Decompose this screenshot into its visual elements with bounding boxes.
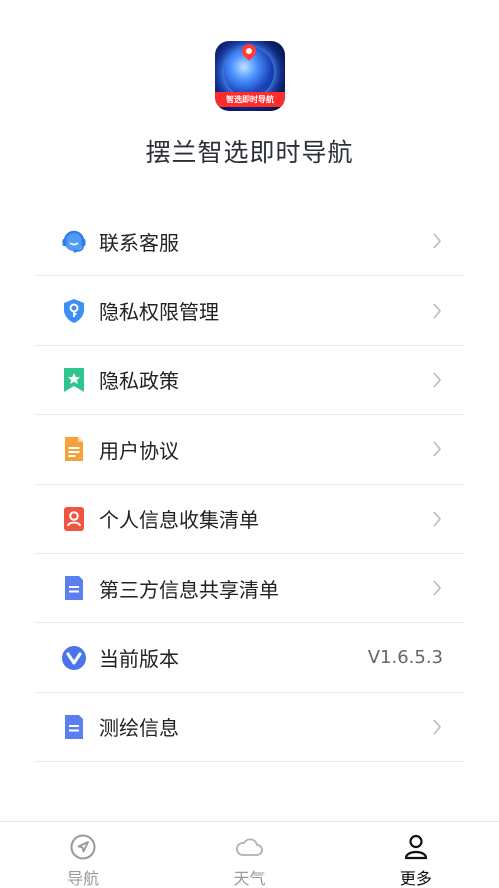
chevron-right-icon xyxy=(433,303,441,319)
chevron-right-icon xyxy=(433,511,441,527)
cloud-icon xyxy=(236,838,264,856)
menu-item-label: 联系客服 xyxy=(99,230,179,255)
chevron-right-icon xyxy=(433,441,441,457)
chevron-right-icon xyxy=(433,372,441,388)
user-card-icon xyxy=(64,506,84,531)
app-logo: 智选即时导航 xyxy=(215,41,285,111)
menu-item-label: 测绘信息 xyxy=(99,716,179,741)
bottom-tab-bar: 导航 天气 更多 xyxy=(0,821,499,888)
menu-item-label: 第三方信息共享清单 xyxy=(99,577,279,602)
chevron-right-icon xyxy=(433,719,441,735)
shield-key-icon xyxy=(64,298,84,323)
menu-item-label: 用户协议 xyxy=(99,438,179,463)
chevron-right-icon xyxy=(433,580,441,596)
app-header: 智选即时导航 摆兰智选即时导航 xyxy=(0,0,499,200)
app-name: 摆兰智选即时导航 xyxy=(145,138,354,167)
survey-document-icon xyxy=(65,714,83,739)
menu-item-contact-service[interactable]: 联系客服 xyxy=(35,207,464,277)
share-document-icon xyxy=(65,576,83,601)
tab-more[interactable]: 更多 xyxy=(333,822,499,888)
tab-navigation[interactable]: 导航 xyxy=(0,822,166,888)
menu-item-personal-info-list[interactable]: 个人信息收集清单 xyxy=(35,485,464,554)
menu-item-label: 隐私权限管理 xyxy=(99,300,219,325)
menu-item-user-agreement[interactable]: 用户协议 xyxy=(35,415,464,485)
tab-weather[interactable]: 天气 xyxy=(166,822,332,888)
tab-label: 更多 xyxy=(399,869,432,888)
menu-item-privacy-permissions[interactable]: 隐私权限管理 xyxy=(35,276,464,346)
menu-item-label: 隐私政策 xyxy=(99,369,179,394)
app-logo-ribbon: 智选即时导航 xyxy=(215,92,285,107)
menu-item-label: 个人信息收集清单 xyxy=(99,508,259,533)
menu-item-third-party-sharing-list[interactable]: 第三方信息共享清单 xyxy=(35,554,464,624)
navigation-icon xyxy=(70,834,96,860)
version-icon xyxy=(62,645,86,670)
bookmark-star-icon xyxy=(64,367,84,392)
tab-label: 导航 xyxy=(67,869,100,888)
menu-item-label: 当前版本 xyxy=(99,647,179,672)
document-icon xyxy=(65,437,83,462)
menu-item-current-version: 当前版本 V1.6.5.3 xyxy=(35,623,464,693)
menu-item-privacy-policy[interactable]: 隐私政策 xyxy=(35,346,464,416)
person-icon xyxy=(404,834,427,860)
settings-menu: 联系客服 隐私权限管理 隐私政策 用户协议 个人信息收集清单 第三方信息共享清单… xyxy=(35,207,464,763)
menu-item-survey-info[interactable]: 测绘信息 xyxy=(35,693,464,763)
customer-service-icon xyxy=(62,230,86,253)
version-value: V1.6.5.3 xyxy=(367,647,443,669)
chevron-right-icon xyxy=(433,233,441,249)
tab-label: 天气 xyxy=(233,869,266,888)
